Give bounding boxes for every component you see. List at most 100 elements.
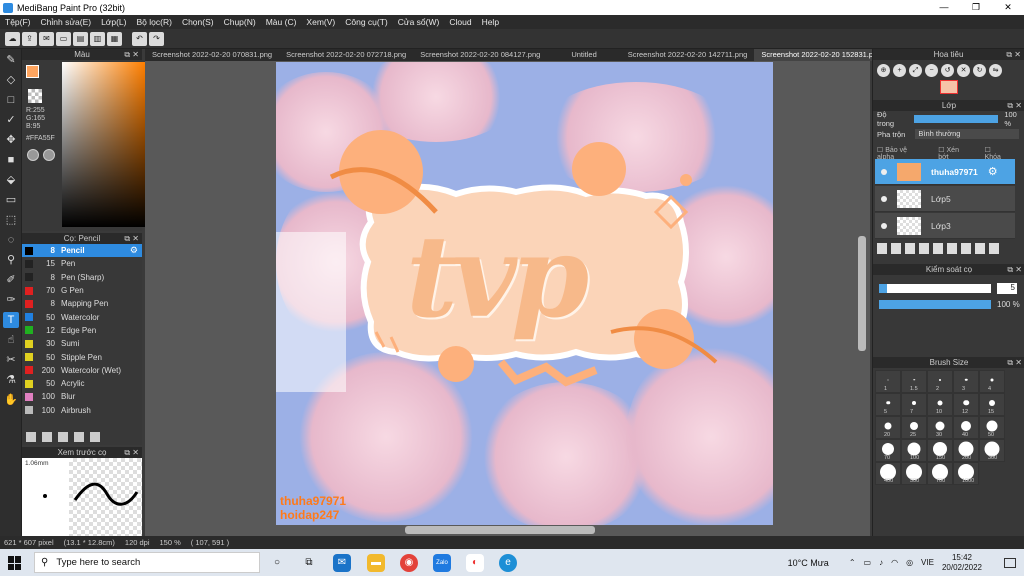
brush-size-cell[interactable]: 12 <box>953 393 979 416</box>
maximize-button[interactable]: ❐ <box>960 0 992 15</box>
cortana-icon[interactable]: ○ <box>268 554 286 572</box>
network-icon[interactable]: ▭ <box>864 558 872 567</box>
brush-size-cell[interactable]: 4 <box>979 370 1005 393</box>
redo-icon[interactable]: ↷ <box>149 31 164 46</box>
divide-tool-icon[interactable]: ✂ <box>3 352 19 368</box>
add-brush-icon[interactable] <box>42 432 52 442</box>
undo-icon[interactable]: ↶ <box>132 31 147 46</box>
bucket-tool-icon[interactable]: ⬙ <box>3 172 19 188</box>
color-wheel-icon[interactable] <box>27 149 39 161</box>
transparent-color[interactable] <box>28 89 42 103</box>
close-button[interactable]: ✕ <box>992 0 1024 15</box>
merge-layer-icon[interactable] <box>961 243 971 254</box>
tab-doc-3[interactable]: Screenshot 2022-02-20 084127.png <box>413 49 547 61</box>
menu-help[interactable]: Help <box>477 17 504 27</box>
brush-size-cell[interactable]: 10 <box>927 393 953 416</box>
brush-size-cell[interactable]: 20 <box>875 416 901 439</box>
tab-doc-5[interactable]: Screenshot 2022-02-20 142711.png <box>621 49 755 61</box>
brush-size-cell[interactable]: 7 <box>901 393 927 416</box>
notification-icon[interactable] <box>1004 557 1016 568</box>
brush-size-cell[interactable]: 15 <box>979 393 1005 416</box>
eraser-tool-icon[interactable]: ◇ <box>3 72 19 88</box>
weather-widget[interactable]: 10°C Mưa <box>788 558 829 568</box>
saturation-value-box[interactable] <box>62 62 145 227</box>
delete-layer-icon[interactable] <box>989 243 999 254</box>
tab-doc-4[interactable]: Untitled <box>547 49 620 61</box>
brush-item[interactable]: 50 Stipple Pen <box>22 350 142 363</box>
brush-item[interactable]: 8 Mapping Pen <box>22 297 142 310</box>
menu-edit[interactable]: Chỉnh sửa(E) <box>36 17 97 27</box>
fill-rect-tool-icon[interactable]: ■ <box>3 152 19 168</box>
brush-item[interactable]: 12 Edge Pen <box>22 324 142 337</box>
rect-tool-icon[interactable]: □ <box>3 92 19 108</box>
new-halftone-layer-icon[interactable] <box>891 243 901 254</box>
windows-start-icon[interactable] <box>8 556 22 570</box>
layer-settings-icon[interactable] <box>975 243 985 254</box>
vertical-scrollbar[interactable] <box>858 236 866 351</box>
menu-layer[interactable]: Lớp(L) <box>96 17 131 27</box>
brush-item[interactable]: 8 Pencil ⚙ <box>22 244 142 258</box>
grid-icon[interactable]: ▦ <box>107 31 122 46</box>
menu-view[interactable]: Xem(V) <box>301 17 340 27</box>
edge-icon[interactable]: e <box>499 554 517 572</box>
mail-icon[interactable]: ✉ <box>333 554 351 572</box>
panel-float-close-icon[interactable]: ⧉ ✕ <box>1007 264 1022 275</box>
brush-item[interactable]: 50 Watercolor <box>22 310 142 323</box>
new-8bit-layer-icon[interactable] <box>905 243 915 254</box>
menu-snap[interactable]: Chụp(N) <box>219 17 261 27</box>
brush-item[interactable]: 15 Pen <box>22 257 142 270</box>
delete-brush-icon[interactable] <box>90 432 100 442</box>
panel-float-close-icon[interactable]: ⧉ ✕ <box>1007 357 1022 368</box>
brush-item[interactable]: 50 Acrylic <box>22 377 142 390</box>
lasso-tool-icon[interactable]: ◌ <box>3 232 19 248</box>
zoom-fit-icon[interactable]: ⊕ <box>877 64 890 77</box>
eyedropper-tool-icon[interactable]: ⚗ <box>3 372 19 388</box>
brush-item[interactable]: 70 G Pen <box>22 284 142 297</box>
navigator-thumbnail[interactable] <box>940 80 958 94</box>
brush-size-cell[interactable]: 50 <box>979 416 1005 439</box>
cloud-icon[interactable]: ☁ <box>5 31 20 46</box>
brush-size-cell[interactable]: 1 <box>875 370 901 393</box>
panel-float-close-icon[interactable]: ⧉ ✕ <box>124 49 139 60</box>
page-icon[interactable]: ▤ <box>73 31 88 46</box>
new-layer-icon[interactable] <box>877 243 887 254</box>
brush-size-cell[interactable]: 500 <box>901 462 927 485</box>
wifi-icon[interactable]: ◠ <box>891 558 898 567</box>
input-language[interactable]: VIE <box>921 558 934 567</box>
menu-file[interactable]: Tệp(F) <box>0 17 36 27</box>
magic-wand-tool-icon[interactable]: ⚲ <box>3 252 19 268</box>
cloud-brush-icon[interactable] <box>26 432 36 442</box>
gear-icon[interactable]: ⚙ <box>988 165 998 178</box>
tab-doc-1[interactable]: Screenshot 2022-02-20 070831.png <box>145 49 279 61</box>
layer-opacity-slider[interactable] <box>914 115 999 123</box>
layer-item[interactable]: thuha97971 ⚙ <box>875 159 1015 185</box>
color-palette-icon[interactable] <box>43 149 55 161</box>
panel-float-close-icon[interactable]: ⧉ ✕ <box>124 233 139 244</box>
eye-icon[interactable] <box>881 168 887 175</box>
eye-icon[interactable] <box>881 195 887 202</box>
chat-icon[interactable]: ▭ <box>56 31 71 46</box>
menu-select[interactable]: Chọn(S) <box>177 17 219 27</box>
select-tool-icon[interactable]: ⬚ <box>3 212 19 228</box>
reset-view-icon[interactable]: ✕ <box>957 64 970 77</box>
task-view-icon[interactable]: ⧉ <box>300 554 318 572</box>
taskbar-search-input[interactable]: ⚲ Type here to search <box>34 552 260 573</box>
layer-item[interactable]: Lớp5 <box>875 186 1015 212</box>
menu-color[interactable]: Màu (C) <box>261 17 302 27</box>
hand-tool-icon[interactable]: ✋ <box>3 392 19 408</box>
add-layer-menu-icon[interactable] <box>919 243 929 254</box>
brush-size-cell[interactable]: 2 <box>927 370 953 393</box>
menu-tools[interactable]: Công cụ(T) <box>340 17 393 27</box>
tray-app-icon[interactable]: ◎ <box>906 558 913 567</box>
tab-doc-6[interactable]: Screenshot 2022-02-20 152831.png <box>754 49 889 61</box>
horizontal-scrollbar[interactable] <box>405 526 595 534</box>
minimize-button[interactable]: — <box>928 0 960 15</box>
brush-settings-icon[interactable] <box>74 432 84 442</box>
blend-mode-select[interactable]: Bình thường <box>915 129 1020 139</box>
panel-float-close-icon[interactable]: ⧉ ✕ <box>124 447 139 458</box>
brush-size-cell[interactable]: 30 <box>927 416 953 439</box>
foreground-color[interactable] <box>26 65 39 78</box>
brush-size-cell[interactable]: 70 <box>875 439 901 462</box>
brush-size-slider[interactable] <box>879 284 991 293</box>
upload-icon[interactable]: ⇪ <box>22 31 37 46</box>
